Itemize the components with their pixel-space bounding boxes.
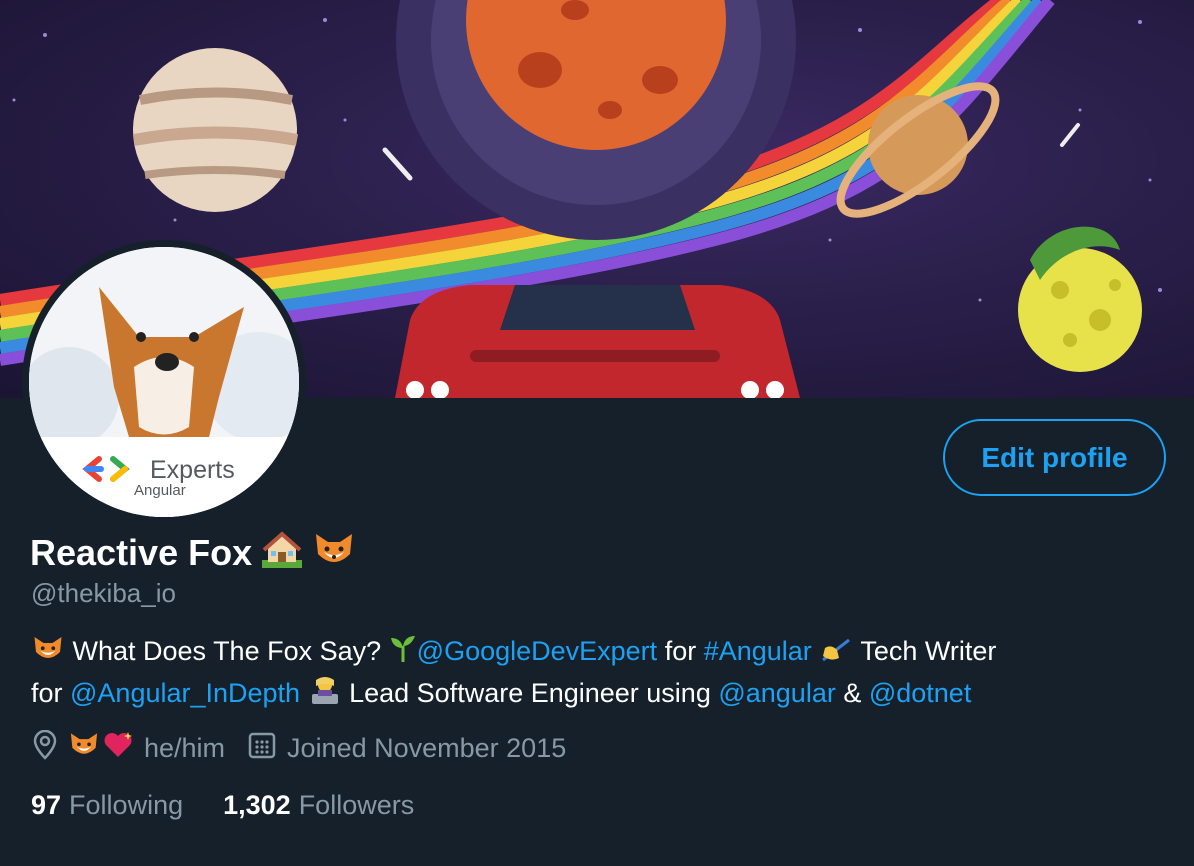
bio-text: Tech Writer — [853, 636, 997, 666]
follow-counts: 97 Following 1,302 Followers — [31, 790, 454, 821]
following-link[interactable]: 97 Following — [31, 790, 183, 821]
bio-text: for — [31, 678, 71, 708]
display-name: Reactive Fox — [30, 531, 253, 573]
bio-text: for — [657, 636, 704, 666]
bio-text: Lead Software Engineer using — [341, 678, 719, 708]
joined-item: Joined November 2015 — [247, 730, 566, 767]
bio-text: & — [835, 678, 869, 708]
writing-hand-emoji-icon — [819, 634, 853, 674]
house-emoji-icon — [260, 530, 304, 575]
location-item: he/him — [32, 729, 226, 767]
hashtag-link[interactable]: #Angular — [704, 636, 812, 666]
mention-link[interactable]: @dotnet — [869, 678, 971, 708]
calendar-icon — [247, 730, 277, 767]
fox-emoji-icon — [31, 634, 65, 674]
followers-count: 1,302 — [223, 790, 291, 820]
display-name-row: Reactive Fox — [30, 530, 356, 575]
profile-bio: What Does The Fox Say? @GoogleDevExpert … — [31, 632, 1171, 716]
user-handle: @thekiba_io — [31, 578, 176, 608]
followers-label: Followers — [298, 790, 415, 820]
sparkling-heart-emoji-icon — [102, 730, 134, 767]
seedling-emoji-icon — [389, 634, 417, 674]
fox-emoji-icon — [68, 730, 100, 767]
mention-link[interactable]: @angular — [718, 678, 835, 708]
following-label: Following — [69, 790, 184, 820]
following-count: 97 — [31, 790, 62, 820]
bio-text: What Does The Fox Say? — [65, 636, 389, 666]
followers-link[interactable]: 1,302 Followers — [223, 790, 414, 821]
profile-meta: he/him Joined November 2015 — [32, 729, 588, 767]
mention-link[interactable]: @Angular_InDepth — [70, 678, 300, 708]
location-text: he/him — [144, 733, 226, 763]
edit-profile-button[interactable]: Edit profile — [943, 419, 1166, 496]
bio-line-2: for @Angular_InDepth Lead Software Engin… — [31, 674, 1171, 716]
avatar-badge-subtitle: Angular — [134, 482, 186, 499]
joined-date: Joined November 2015 — [287, 733, 567, 763]
avatar-badge-title: Experts — [150, 456, 235, 484]
technologist-emoji-icon — [308, 676, 342, 716]
fox-emoji-icon — [312, 530, 356, 575]
location-pin-icon — [32, 729, 58, 767]
bio-line-1: What Does The Fox Say? @GoogleDevExpert … — [31, 632, 1171, 674]
mention-link[interactable]: @GoogleDevExpert — [417, 636, 658, 666]
